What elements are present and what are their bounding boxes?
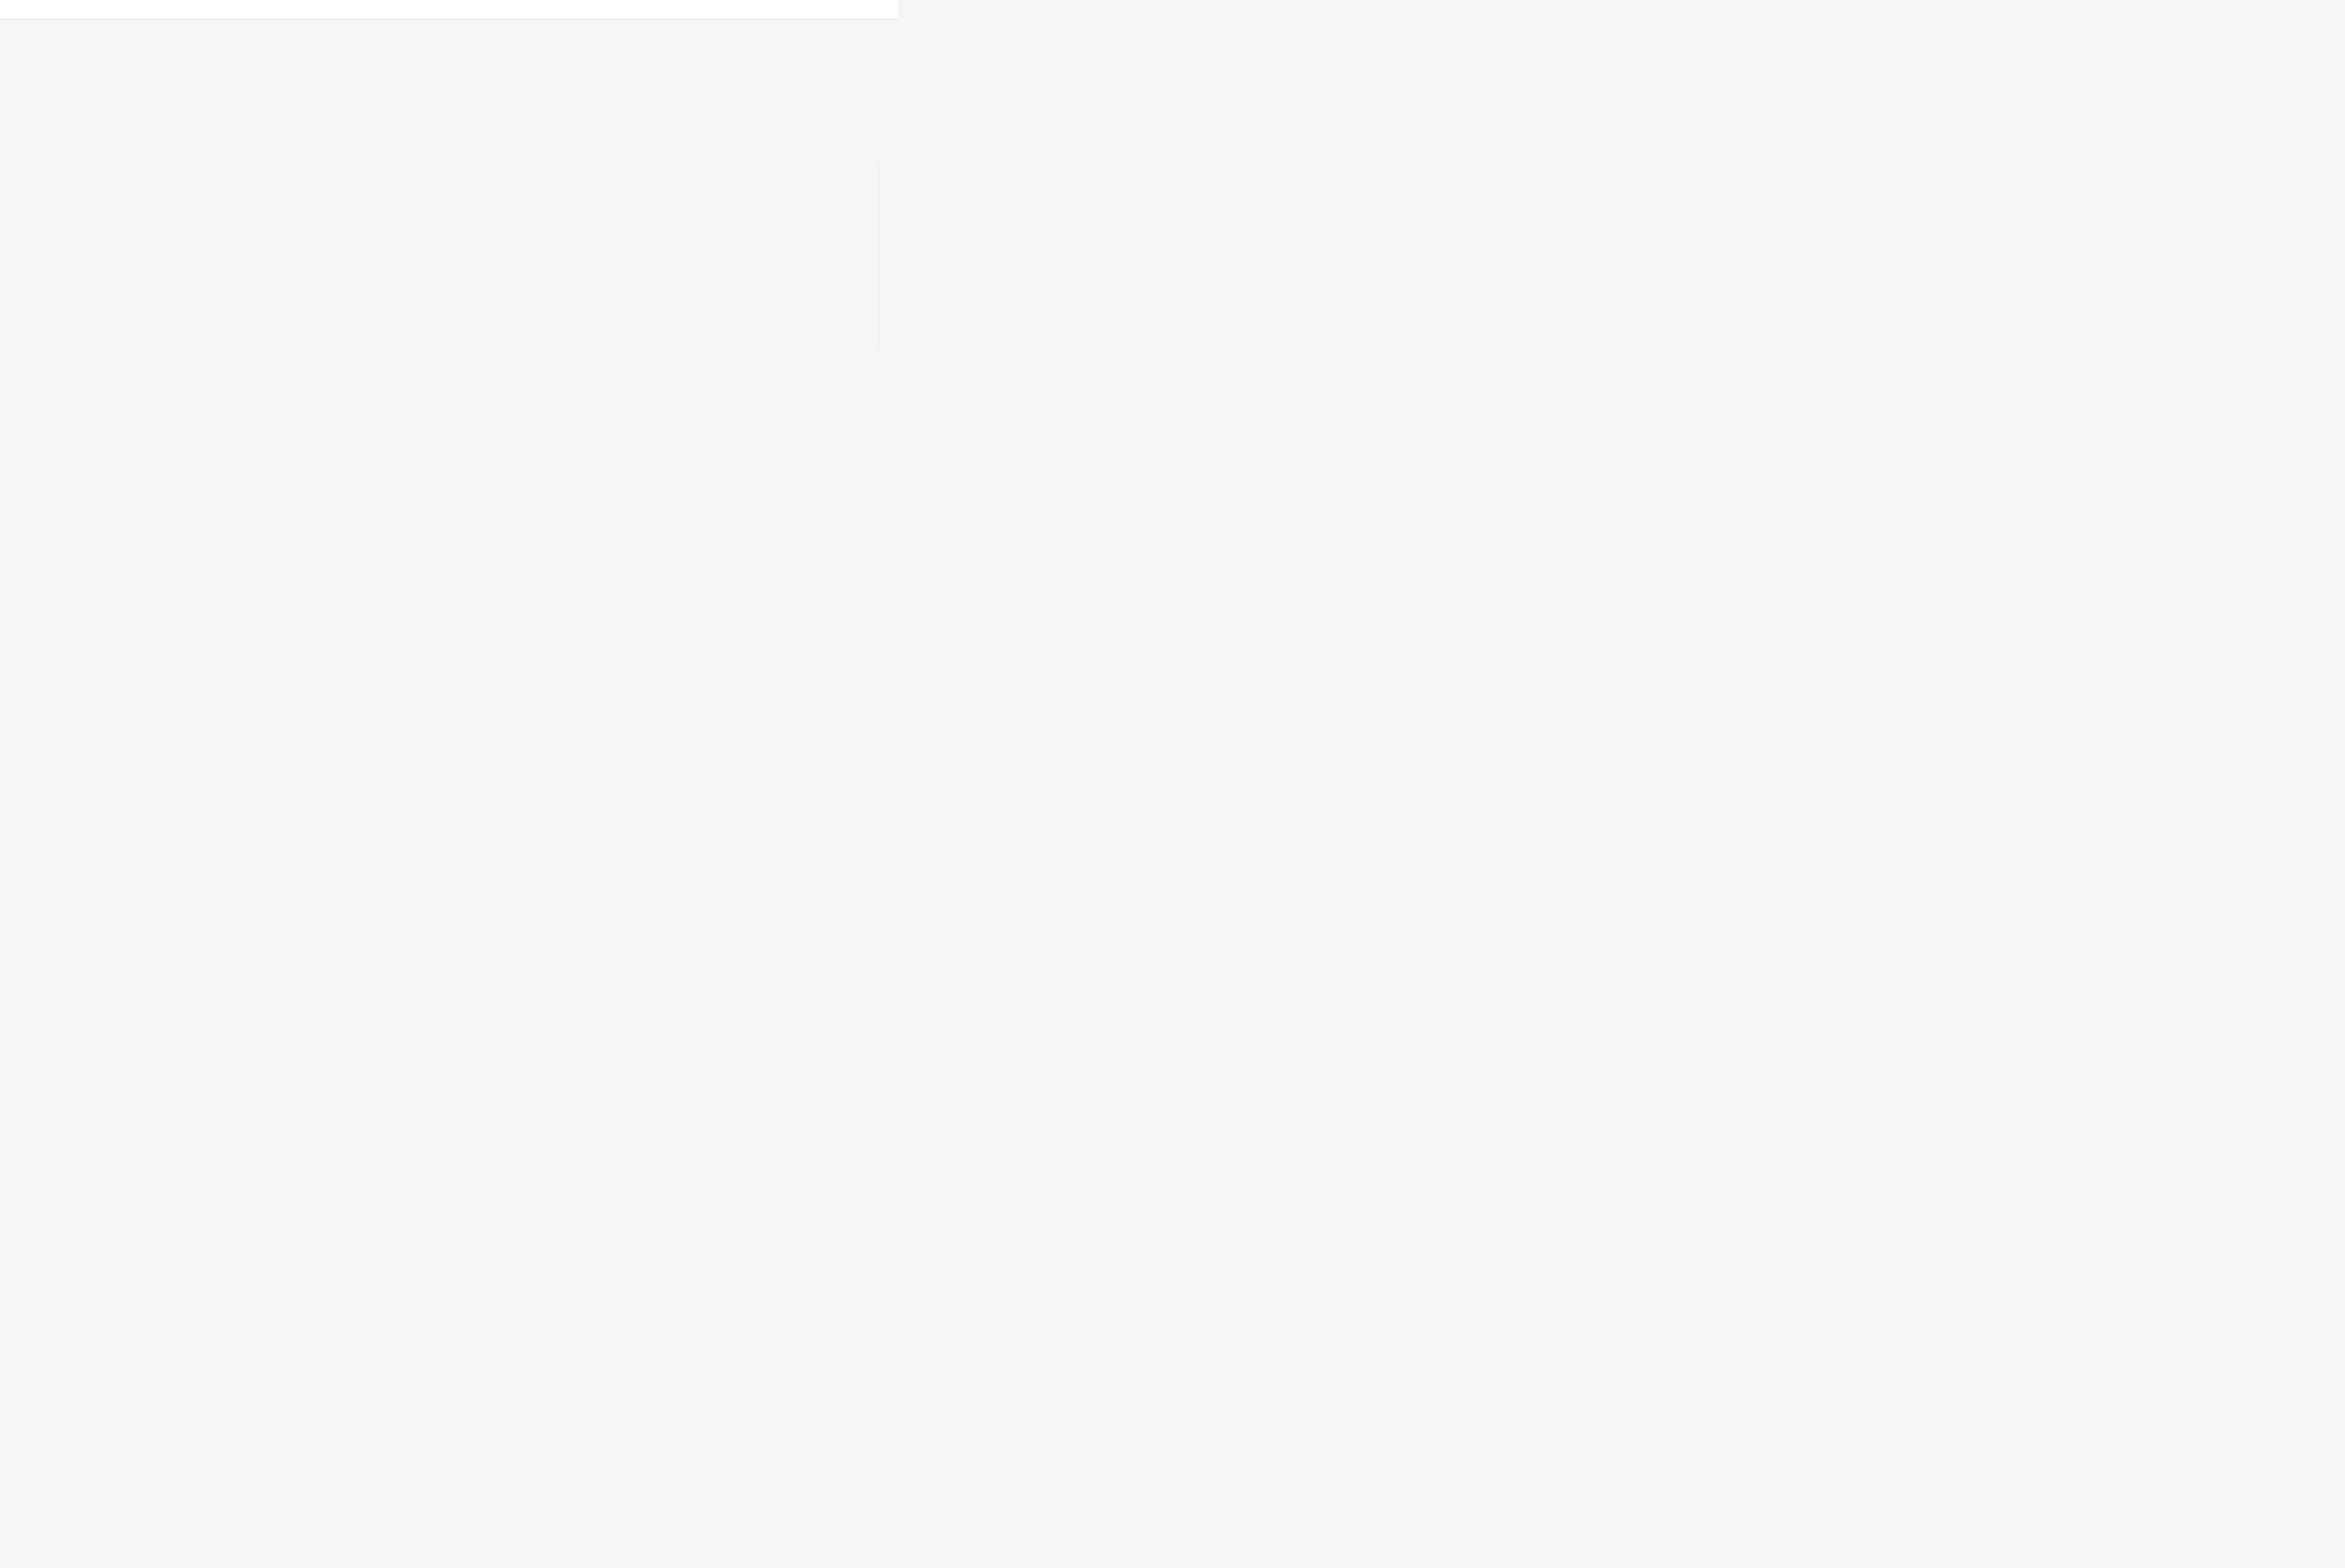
top-nav	[0, 0, 898, 20]
toolbar-divider-line	[878, 162, 879, 349]
overview-content	[0, 20, 898, 40]
